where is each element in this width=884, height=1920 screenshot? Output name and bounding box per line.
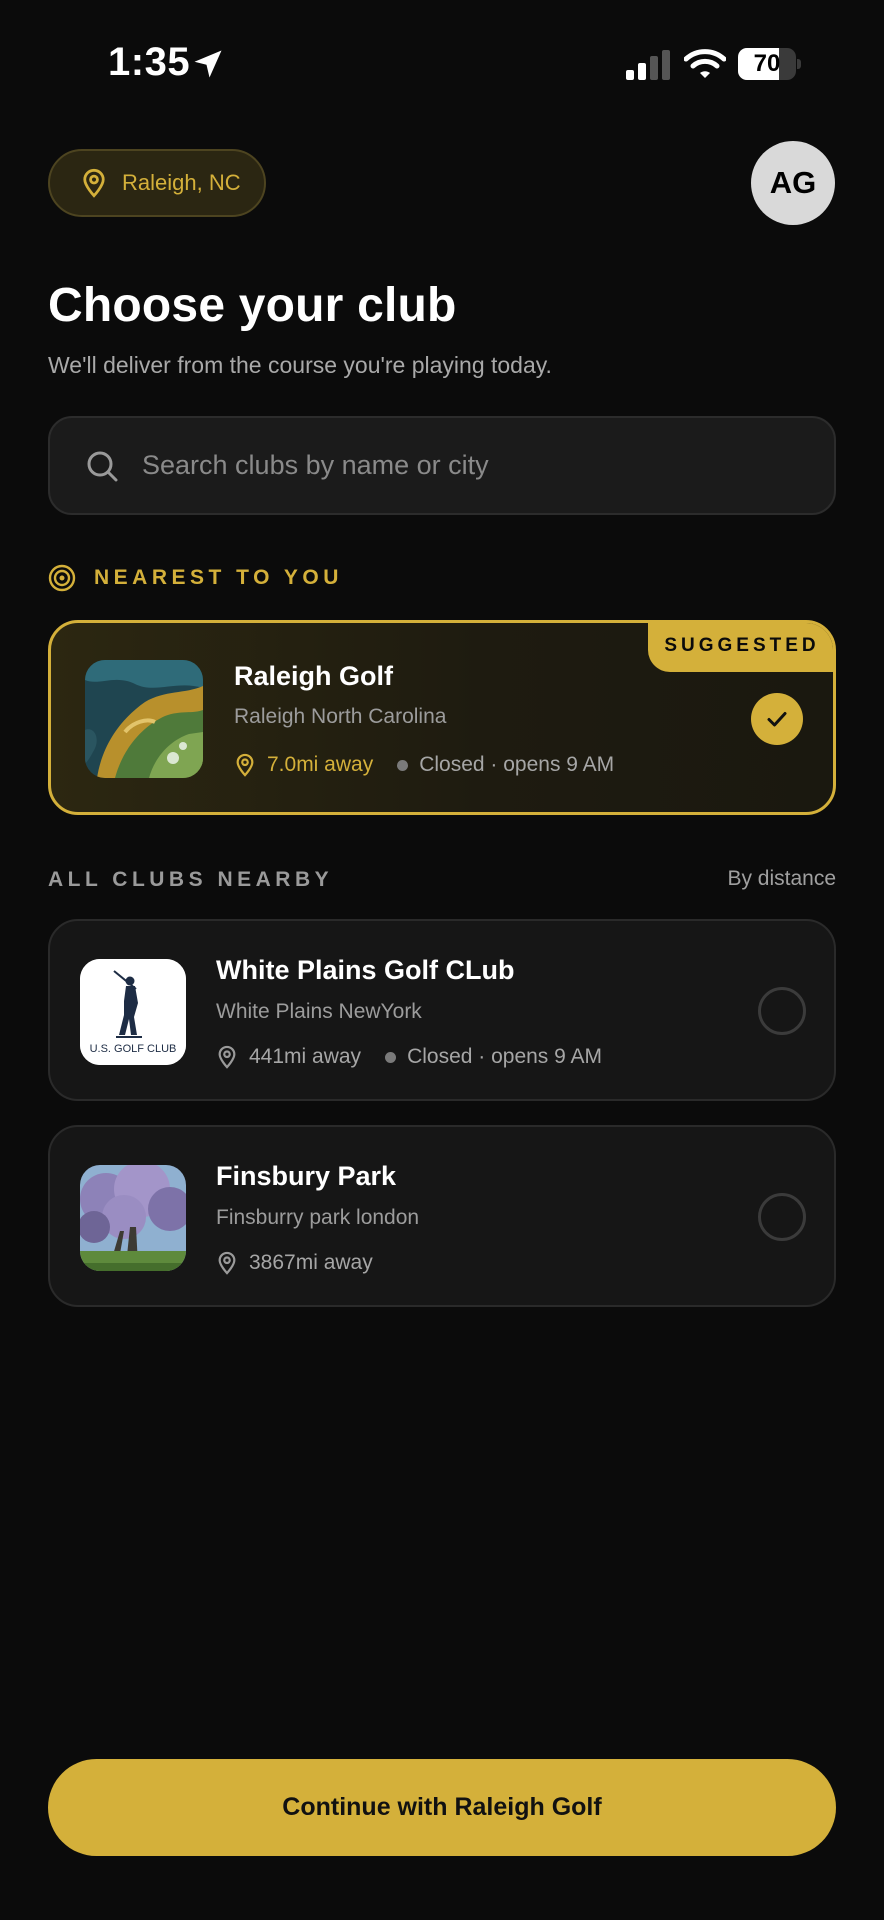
club-distance: 441mi away [249,1045,362,1068]
location-label: Raleigh, NC [122,170,241,195]
suggested-club-card[interactable]: SUGGESTED Raleigh Golf Raleigh North Car… [48,620,836,815]
club-thumbnail: U.S. GOLF CLUB [80,959,186,1065]
club-name: Finsbury Park [216,1161,397,1191]
status-time: 1:35 [108,40,191,84]
cellular-signal-icon [626,50,670,80]
club-thumbnail [85,660,203,778]
battery-tip [797,59,801,69]
suggested-badge: SUGGESTED [648,623,833,672]
map-pin-icon [83,168,105,198]
club-location: Raleigh North Carolina [234,705,447,728]
checkmark-icon [767,712,787,727]
club-name: Raleigh Golf [234,661,394,691]
club-thumb-text: U.S. GOLF CLUB [89,1043,177,1055]
nearest-section-header: NEAREST TO YOU [48,564,343,592]
battery-body: 70 [738,48,796,80]
club-hours: Closed · opens 9 AM [407,1045,602,1068]
map-pin-icon [236,753,254,777]
club-meta: 7.0mi away Closed · opens 9 AM [234,753,614,777]
battery-icon: 70 [738,48,802,80]
club-meta: 441mi away Closed · opens 9 AM [216,1045,602,1069]
search-box[interactable] [48,416,836,515]
club-name: White Plains Golf CLub [216,955,515,985]
all-clubs-section-label: ALL CLUBS NEARBY [48,868,334,891]
search-input[interactable] [142,450,782,481]
status-dot [397,759,409,771]
user-avatar[interactable]: AG [751,141,835,225]
target-icon [48,564,76,592]
map-pin-icon [218,1045,236,1069]
page-subtitle: We'll deliver from the course you're pla… [48,352,552,378]
map-pin-icon [218,1251,236,1275]
wifi-icon [684,49,726,78]
club-card[interactable]: U.S. GOLF CLUB White Plains Golf CLub Wh… [48,919,836,1101]
club-meta: 3867mi away [216,1251,373,1275]
selected-check[interactable] [751,693,803,745]
club-radio[interactable] [758,987,806,1035]
club-distance: 7.0mi away [267,753,374,776]
club-radio[interactable] [758,1193,806,1241]
status-bar: 1:35 70 [0,0,884,130]
status-dot [385,1051,397,1063]
club-card[interactable]: Finsbury Park Finsburry park london 3867… [48,1125,836,1307]
page-title: Choose your club [48,279,457,332]
club-hours: Closed · opens 9 AM [419,753,615,776]
search-icon [87,451,118,481]
continue-button[interactable]: Continue with Raleigh Golf [48,1759,836,1856]
coastal-course-image [85,660,203,778]
club-location: White Plains NewYork [216,1000,422,1023]
location-selector[interactable]: Raleigh, NC [48,149,266,217]
club-distance: 3867mi away [249,1251,373,1274]
club-thumbnail [80,1165,186,1271]
location-arrow-icon [194,50,222,78]
park-tree-image [80,1165,186,1271]
sort-selector[interactable]: By distance [727,867,836,891]
nearest-section-label: NEAREST TO YOU [94,566,343,589]
club-location: Finsburry park london [216,1206,420,1229]
battery-percent: 70 [753,50,781,77]
